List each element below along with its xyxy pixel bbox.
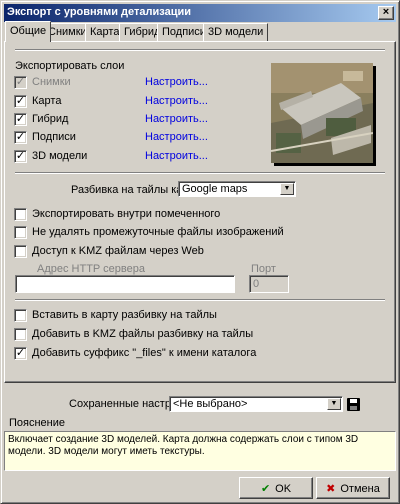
checkbox-add-tiling-to-kmz[interactable] xyxy=(14,328,27,341)
configure-map-link[interactable]: Настроить... xyxy=(145,95,208,107)
tab-hybrid-label: Гибрид xyxy=(124,26,161,38)
layer-label-hybrid: Гибрид xyxy=(32,113,69,125)
cross-icon: ✖ xyxy=(326,483,336,495)
checkbox-files-suffix[interactable]: ✓ xyxy=(14,347,27,360)
tab-3d-models[interactable]: 3D модели xyxy=(203,23,269,41)
layer-label-labels: Подписи xyxy=(32,131,76,143)
floppy-disk-icon[interactable] xyxy=(347,398,360,411)
close-button[interactable]: × xyxy=(378,6,394,20)
description-header: Пояснение xyxy=(9,417,66,429)
close-icon: × xyxy=(382,6,390,18)
check-icon: ✓ xyxy=(15,95,26,107)
checkbox-labels[interactable]: ✓ xyxy=(14,131,27,144)
checkbox-insert-tiling-in-map[interactable] xyxy=(14,309,27,322)
port-input[interactable]: 0 xyxy=(249,275,289,293)
option-insert-tiling-in-map: Вставить в карту разбивку на тайлы xyxy=(32,309,217,321)
checkbox-export-inside-marked[interactable] xyxy=(14,208,27,221)
configure-labels-link[interactable]: Настроить... xyxy=(145,131,208,143)
option-files-suffix: Добавить суффикс "_files" к имени катало… xyxy=(32,347,257,359)
cancel-button[interactable]: ✖ Отмена xyxy=(316,477,390,499)
port-label: Порт xyxy=(251,263,276,275)
window-title: Экспорт с уровнями детализации xyxy=(7,6,191,18)
configure-hybrid-link[interactable]: Настроить... xyxy=(145,113,208,125)
option-add-tiling-to-kmz: Добавить в KMZ файлы разбивку на тайлы xyxy=(32,328,254,340)
chevron-down-icon[interactable]: ▼ xyxy=(280,183,294,195)
preview-image xyxy=(271,63,373,163)
check-icon: ✓ xyxy=(15,347,26,359)
configure-imagery-link[interactable]: Настроить... xyxy=(145,76,208,88)
tiling-select[interactable]: Google maps ▼ xyxy=(178,181,296,197)
check-icon: ✓ xyxy=(15,113,26,125)
option-kmz-web-access: Доступ к KMZ файлам через Web xyxy=(32,245,204,257)
check-icon: ✓ xyxy=(15,76,26,88)
checkbox-imagery: ✓ xyxy=(14,76,27,89)
server-address-label: Адрес HTTP сервера xyxy=(37,263,145,275)
tab-general[interactable]: Общие xyxy=(5,21,52,42)
configure-3d-models-link[interactable]: Настроить... xyxy=(145,150,208,162)
tab-labels-label: Подписи xyxy=(162,26,206,38)
server-address-input[interactable] xyxy=(15,275,235,293)
title-bar[interactable]: Экспорт с уровнями детализации × xyxy=(4,4,396,22)
checkbox-3d-models[interactable]: ✓ xyxy=(14,150,27,163)
checkbox-kmz-web-access[interactable] xyxy=(14,245,27,258)
tab-3d-models-label: 3D модели xyxy=(208,26,264,38)
separator xyxy=(15,172,385,174)
layers-heading: Экспортировать слои xyxy=(15,60,125,72)
tab-map-label: Карта xyxy=(90,26,120,38)
layer-label-imagery: Снимки xyxy=(32,76,71,88)
tab-imagery-label: Снимки xyxy=(48,26,87,38)
export-dialog: Экспорт с уровнями детализации × Общие С… xyxy=(0,0,400,504)
saved-settings-select[interactable]: <Не выбрано> ▼ xyxy=(169,396,343,412)
tab-general-label: Общие xyxy=(10,25,47,37)
separator xyxy=(15,49,385,51)
cancel-button-label: Отмена xyxy=(340,483,380,495)
check-icon: ✓ xyxy=(15,150,26,162)
layer-label-3d-models: 3D модели xyxy=(32,150,88,162)
layer-label-map: Карта xyxy=(32,95,62,107)
separator xyxy=(15,299,385,301)
checkbox-keep-temp-files[interactable] xyxy=(14,226,27,239)
saved-settings-value: <Не выбрано> xyxy=(173,398,248,410)
ok-button[interactable]: ✔ OK xyxy=(239,477,313,499)
check-icon: ✓ xyxy=(15,131,26,143)
check-icon: ✔ xyxy=(260,483,271,495)
description-text: Включает создание 3D моделей. Карта долж… xyxy=(4,431,396,471)
ok-button-label: OK xyxy=(275,483,292,495)
option-export-inside-marked: Экспортировать внутри помеченного xyxy=(32,208,221,220)
chevron-down-icon[interactable]: ▼ xyxy=(327,398,341,410)
option-keep-temp-files: Не удалять промежуточные файлы изображен… xyxy=(32,226,284,238)
checkbox-hybrid[interactable]: ✓ xyxy=(14,113,27,126)
tiling-select-value: Google maps xyxy=(182,183,248,195)
checkbox-map[interactable]: ✓ xyxy=(14,95,27,108)
